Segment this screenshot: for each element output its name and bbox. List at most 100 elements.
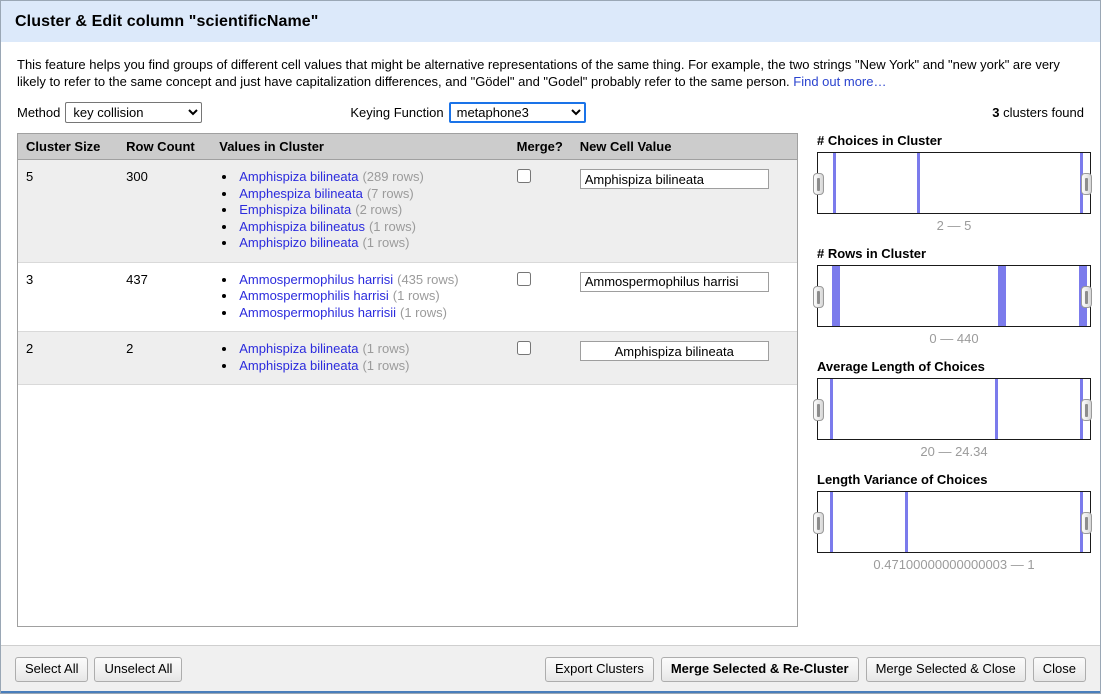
cluster-value-row-count: (1 rows): [362, 341, 409, 356]
cluster-value-row-count: (435 rows): [397, 272, 458, 287]
cluster-value-row-count: (289 rows): [362, 169, 423, 184]
table-row: 22Amphispiza bilineata(1 rows)Amphispiza…: [18, 332, 797, 385]
dialog-body: This feature helps you find groups of di…: [1, 42, 1100, 645]
header-merge: Merge?: [509, 134, 572, 160]
export-clusters-button[interactable]: Export Clusters: [545, 657, 654, 682]
header-new-cell-value: New Cell Value: [572, 134, 797, 160]
clusters-table-body: 5300 Amphispiza bilineata (289 rows) Amphes…: [18, 160, 797, 385]
keying-function-select[interactable]: metaphone3fingerprintngram-fingerprintdo…: [449, 102, 586, 123]
clusters-table: Cluster Size Row Count Values in Cluster…: [18, 134, 797, 385]
cluster-value-link[interactable]: Amphispiza bilineatus: [239, 219, 365, 234]
merge-checkbox[interactable]: [517, 169, 531, 183]
footer-right-buttons: Export Clusters Merge Selected & Re-Clus…: [545, 657, 1086, 682]
cell-merge: [509, 332, 572, 385]
facet-range-slider[interactable]: [817, 491, 1091, 553]
clusters-found-status: 3 clusters found: [992, 105, 1084, 120]
cell-cluster-size: 2: [18, 332, 118, 385]
slider-handle-max[interactable]: [1081, 512, 1092, 534]
clusters-found-suffix: clusters found: [999, 105, 1084, 120]
header-row-count: Row Count: [118, 134, 211, 160]
facet-range-slider[interactable]: [817, 152, 1091, 214]
new-cell-value-input[interactable]: [580, 341, 769, 361]
cluster-values-list: Ammospermophilus harrisi(435 rows)Ammosp…: [219, 272, 502, 322]
slider-handle-min[interactable]: [813, 512, 824, 534]
cell-cluster-size: 3: [18, 262, 118, 332]
list-item: Amphespiza bilineata (7 rows): [237, 186, 502, 203]
list-item: Amphispizo bilineata(1 rows): [237, 235, 502, 252]
close-button[interactable]: Close: [1033, 657, 1086, 682]
cell-row-count: 2: [118, 332, 211, 385]
list-item: Amphispiza bilineata (1 rows): [237, 341, 502, 358]
histogram-bar: [832, 266, 840, 326]
clusters-table-head: Cluster Size Row Count Values in Cluster…: [18, 134, 797, 160]
new-cell-value-input[interactable]: [580, 272, 769, 292]
cluster-value-row-count: (7 rows): [367, 186, 414, 201]
cluster-edit-dialog: Cluster & Edit column "scientificName" T…: [0, 0, 1101, 694]
cluster-value-row-count: (1 rows): [362, 358, 409, 373]
facet-title: # Rows in Cluster: [817, 246, 1101, 261]
dialog-title: Cluster & Edit column "scientificName": [15, 13, 318, 31]
facet-histogram: [817, 378, 1091, 440]
header-values-in-cluster: Values in Cluster: [211, 134, 508, 160]
list-item: Amphispiza bilineatus(1 rows): [237, 219, 502, 236]
slider-handle-min[interactable]: [813, 286, 824, 308]
merge-selected-close-button[interactable]: Merge Selected & Close: [866, 657, 1026, 682]
facet-range-label: 2 — 5: [817, 218, 1091, 233]
intro-paragraph: This feature helps you find groups of di…: [17, 56, 1085, 90]
facet-title: # Choices in Cluster: [817, 133, 1101, 148]
select-all-button[interactable]: Select All: [15, 657, 88, 682]
facet-range-label: 20 — 24.34: [817, 444, 1091, 459]
merge-checkbox[interactable]: [517, 341, 531, 355]
facet: # Choices in Cluster 2 — 5: [809, 133, 1101, 233]
slider-handle-max[interactable]: [1081, 399, 1092, 421]
cluster-value-link[interactable]: Ammospermophilus harrisi: [239, 272, 393, 287]
cluster-value-link[interactable]: Emphispiza bilinata: [239, 202, 351, 217]
list-item: Ammospermophilus harrisi (435 rows): [237, 272, 502, 289]
clusters-header-row: Cluster Size Row Count Values in Cluster…: [18, 134, 797, 160]
slider-handle-max[interactable]: [1081, 286, 1092, 308]
cluster-values-list: Amphispiza bilineata (289 rows) Amphespiza…: [219, 169, 502, 252]
clusters-table-container: Cluster Size Row Count Values in Cluster…: [17, 133, 798, 627]
cluster-value-row-count: (1 rows): [400, 305, 447, 320]
unselect-all-button[interactable]: Unselect All: [94, 657, 182, 682]
slider-handle-min[interactable]: [813, 173, 824, 195]
histogram-bar: [995, 379, 998, 439]
cluster-value-link[interactable]: Amphispiza bilineata: [239, 169, 358, 184]
facet-histogram: [817, 152, 1091, 214]
merge-selected-recluster-button[interactable]: Merge Selected & Re-Cluster: [661, 657, 859, 682]
footer-accent-rule: [1, 691, 1100, 693]
new-cell-value-input[interactable]: [580, 169, 769, 189]
facet-range-slider[interactable]: [817, 265, 1091, 327]
histogram-bar: [830, 379, 833, 439]
header-cluster-size: Cluster Size: [18, 134, 118, 160]
cluster-value-link[interactable]: Ammospermophilus harrisii: [239, 305, 396, 320]
slider-handle-min[interactable]: [813, 399, 824, 421]
cell-new-value: [572, 262, 797, 332]
cluster-value-link[interactable]: Amphispiza bilineata: [239, 358, 358, 373]
facet: Average Length of Choices20 — 24.34: [809, 359, 1101, 459]
histogram-bar: [830, 492, 833, 552]
cell-values-in-cluster: Amphispiza bilineata(1 rows)Amphispiza b…: [211, 332, 508, 385]
cell-values-in-cluster: Amphispiza bilineata (289 rows) Amphespiza…: [211, 160, 508, 263]
facet-range-slider[interactable]: [817, 378, 1091, 440]
merge-checkbox[interactable]: [517, 272, 531, 286]
cell-merge: [509, 262, 572, 332]
facet-range-label: 0.47100000000000003 — 1: [817, 557, 1091, 572]
cluster-value-link[interactable]: Ammospermophilis harrisi: [239, 288, 389, 303]
facet: # Rows in Cluster0 — 440: [809, 246, 1101, 346]
cluster-value-link[interactable]: Amphespiza bilineata: [239, 186, 363, 201]
table-row: 5300 Amphispiza bilineata (289 rows) Amphes…: [18, 160, 797, 263]
list-item: Amphispiza bilineata (289 rows): [237, 169, 502, 186]
method-select[interactable]: key collisionnearest neighbor: [65, 102, 202, 123]
footer-left-buttons: Select All Unselect All: [15, 657, 182, 682]
cell-cluster-size: 5: [18, 160, 118, 263]
controls-row: Method key collisionnearest neighbor Key…: [17, 100, 1084, 124]
find-out-more-link[interactable]: Find out more…: [793, 74, 886, 89]
cluster-value-link[interactable]: Amphispizo bilineata: [239, 235, 358, 250]
cluster-value-link[interactable]: Amphispiza bilineata: [239, 341, 358, 356]
list-item: Emphispiza bilinata(2 rows): [237, 202, 502, 219]
method-label: Method: [17, 105, 60, 120]
facet-title: Length Variance of Choices: [817, 472, 1101, 487]
slider-handle-max[interactable]: [1081, 173, 1092, 195]
cell-row-count: 300: [118, 160, 211, 263]
